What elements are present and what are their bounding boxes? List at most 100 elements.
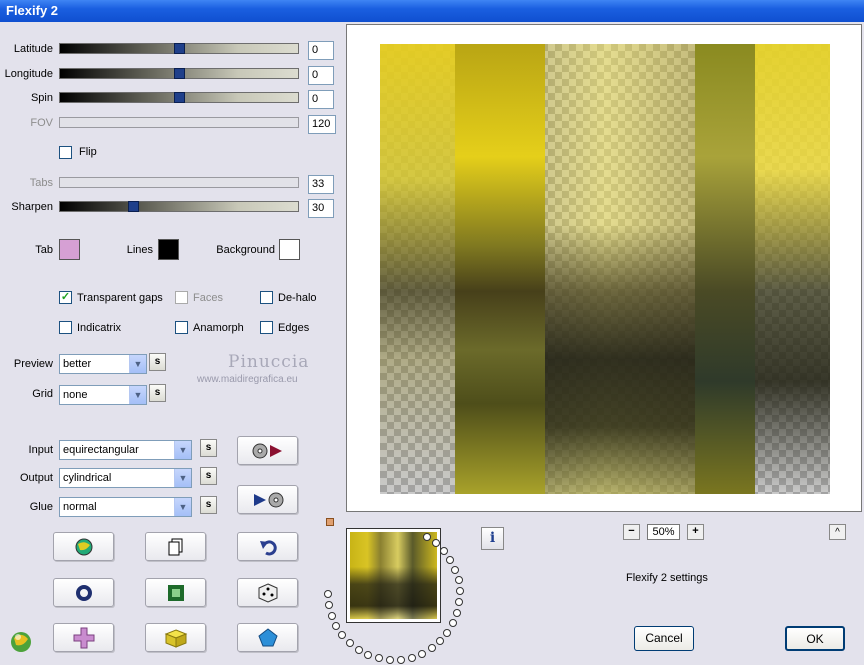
- transparent-gaps-label: Transparent gaps: [77, 292, 163, 304]
- grid-select-value: none: [63, 389, 88, 401]
- glue-select-value: normal: [63, 501, 97, 513]
- cube-button[interactable]: [145, 623, 206, 652]
- spin-value[interactable]: 0: [308, 90, 334, 109]
- dial-dot[interactable]: [453, 609, 462, 618]
- dial-dot[interactable]: [345, 639, 354, 648]
- input-select-value: equirectangular: [63, 444, 139, 456]
- flip-checkbox[interactable]: [59, 146, 72, 159]
- longitude-thumb[interactable]: [174, 68, 185, 79]
- grid-select[interactable]: none ▼: [59, 385, 147, 405]
- input-s-button[interactable]: s: [200, 439, 217, 457]
- preview-select[interactable]: better ▼: [59, 354, 147, 374]
- cross-button[interactable]: [53, 623, 114, 652]
- preview-band: [455, 44, 545, 494]
- latitude-value[interactable]: 0: [308, 41, 334, 60]
- sharpen-slider[interactable]: [59, 201, 299, 212]
- undo-button[interactable]: [237, 532, 298, 561]
- dial-dot[interactable]: [338, 630, 347, 639]
- longitude-value[interactable]: 0: [308, 66, 334, 85]
- dial-dot[interactable]: [454, 576, 463, 585]
- tab-color-swatch[interactable]: [59, 239, 80, 260]
- pentagon-button[interactable]: [237, 623, 298, 652]
- indicatrix-label: Indicatrix: [77, 322, 122, 334]
- navigator-handle[interactable]: [326, 518, 334, 526]
- anamorph-checkbox[interactable]: [175, 321, 188, 334]
- copy-button[interactable]: [145, 532, 206, 561]
- randomize-button[interactable]: [53, 532, 114, 561]
- thumbnail-navigator[interactable]: [346, 528, 441, 623]
- play-back-button[interactable]: [237, 485, 298, 514]
- flexify-logo-icon: [8, 627, 34, 656]
- dial-dot[interactable]: [423, 532, 431, 541]
- dial-dot[interactable]: [446, 555, 455, 564]
- dehalo-checkbox[interactable]: [260, 291, 273, 304]
- preview-band: [695, 44, 755, 494]
- latitude-slider[interactable]: [59, 43, 299, 54]
- play-forward-button[interactable]: [237, 436, 298, 465]
- output-select-value: cylindrical: [63, 472, 112, 484]
- glue-select[interactable]: normal ▼: [59, 497, 192, 517]
- zoom-in-button[interactable]: +: [687, 524, 704, 540]
- output-label: Output: [19, 472, 53, 484]
- title-bar: Flexify 2: [0, 0, 864, 22]
- ok-button[interactable]: OK: [785, 626, 845, 651]
- dial-dot[interactable]: [327, 611, 336, 620]
- anamorph-label: Anamorph: [193, 322, 244, 334]
- dial-dot[interactable]: [354, 645, 363, 654]
- dial-dot[interactable]: [418, 649, 427, 658]
- dial-dot[interactable]: [455, 598, 464, 607]
- output-select[interactable]: cylindrical ▼: [59, 468, 192, 488]
- dial-dot[interactable]: [324, 590, 332, 598]
- indicatrix-checkbox[interactable]: [59, 321, 72, 334]
- dice-icon: [258, 582, 277, 603]
- dial-dot[interactable]: [324, 601, 333, 609]
- cube-icon: [164, 628, 187, 648]
- expand-up-button[interactable]: ^: [829, 524, 846, 540]
- copy-icon: [168, 538, 182, 555]
- faces-checkbox: [175, 291, 188, 304]
- frame-button[interactable]: [145, 578, 206, 607]
- dial-dot[interactable]: [332, 621, 341, 630]
- dial-dot[interactable]: [443, 628, 452, 637]
- cancel-button[interactable]: Cancel: [634, 626, 694, 651]
- output-s-button[interactable]: s: [200, 467, 217, 485]
- flip-label: Flip: [79, 146, 97, 158]
- transparent-gaps-checkbox[interactable]: ✓: [59, 291, 72, 304]
- chevron-down-icon: ▼: [129, 355, 146, 373]
- glue-s-button[interactable]: s: [200, 496, 217, 514]
- edges-checkbox[interactable]: [260, 321, 273, 334]
- zoom-out-button[interactable]: −: [623, 524, 640, 540]
- input-select[interactable]: equirectangular ▼: [59, 440, 192, 460]
- random-dice-button[interactable]: [237, 578, 298, 607]
- ring-button[interactable]: [53, 578, 114, 607]
- dial-dot[interactable]: [396, 655, 405, 664]
- dial-dot[interactable]: [449, 619, 458, 628]
- window-title: Flexify 2: [6, 3, 59, 18]
- spin-thumb[interactable]: [174, 92, 185, 103]
- dial-dot[interactable]: [451, 565, 460, 574]
- dial-dot[interactable]: [364, 650, 373, 659]
- longitude-slider[interactable]: [59, 68, 299, 79]
- dial-dot[interactable]: [374, 654, 383, 663]
- info-button[interactable]: i: [481, 527, 504, 550]
- preview-pane[interactable]: [346, 24, 862, 512]
- dehalo-label: De-halo: [278, 292, 317, 304]
- latitude-thumb[interactable]: [174, 43, 185, 54]
- dial-dot[interactable]: [385, 655, 394, 664]
- dial-dot[interactable]: [427, 644, 436, 653]
- lines-color-swatch[interactable]: [158, 239, 179, 260]
- pentagon-icon: [257, 627, 278, 646]
- dial-dot[interactable]: [439, 546, 448, 555]
- grid-s-button[interactable]: s: [149, 384, 166, 402]
- dial-dot[interactable]: [436, 637, 445, 646]
- dial-dot[interactable]: [407, 653, 416, 662]
- background-color-swatch[interactable]: [279, 239, 300, 260]
- chevron-down-icon: ▼: [174, 498, 191, 516]
- sharpen-value[interactable]: 30: [308, 199, 334, 218]
- ring-icon: [75, 584, 92, 601]
- preview-s-button[interactable]: s: [149, 353, 166, 371]
- sharpen-thumb[interactable]: [128, 201, 139, 212]
- dial-dot[interactable]: [455, 587, 464, 596]
- spin-slider[interactable]: [59, 92, 299, 103]
- spin-label: Spin: [30, 92, 53, 104]
